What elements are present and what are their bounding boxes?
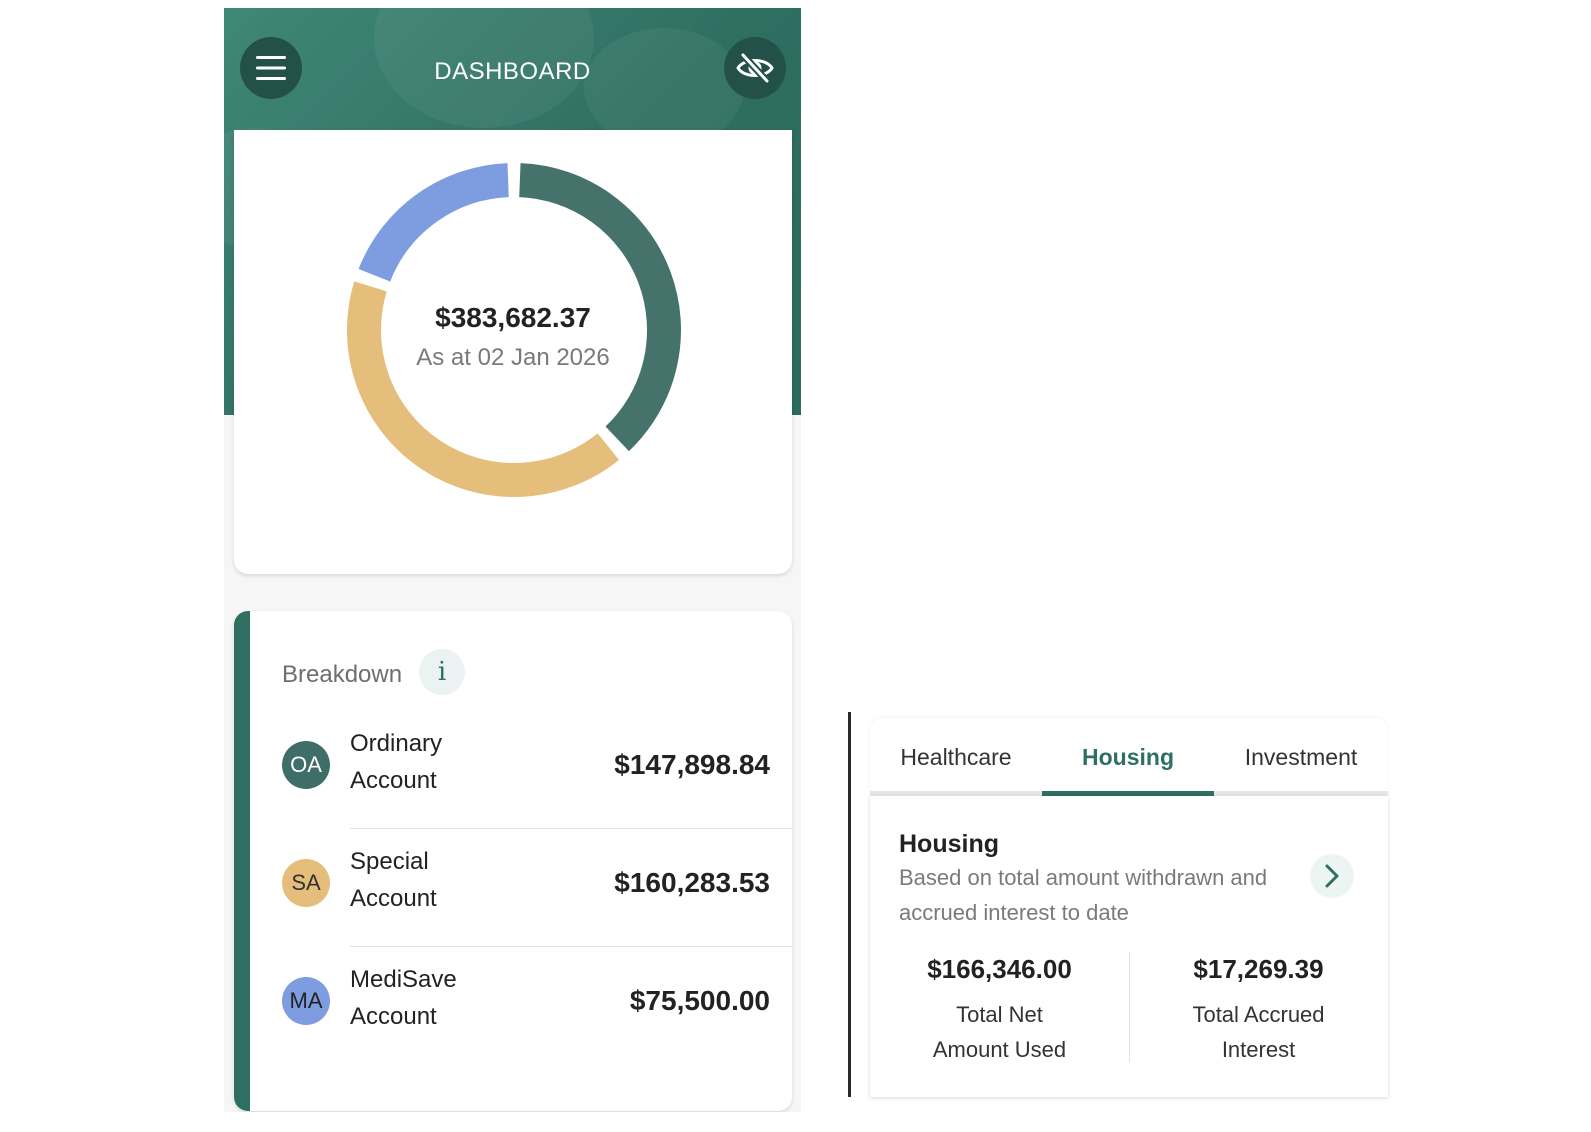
housing-details-button[interactable] [1310,854,1354,898]
account-row-medisave[interactable]: MA MediSave Account $75,500.00 [282,947,792,1065]
stat-value: $166,346.00 [927,954,1072,984]
account-name: Special Account [350,843,437,917]
balance-summary-card: $383,682.37 As at 02 Jan 2026 [234,130,792,574]
account-amount: $147,898.84 [614,749,770,780]
account-name-line: Special [350,848,429,875]
housing-description: Based on total amount withdrawn and accr… [899,865,1268,925]
stat-value: $17,269.39 [1193,954,1324,984]
total-balance: $383,682.37 [435,302,591,333]
tab-investment[interactable]: Investment [1214,718,1388,796]
account-name-line: Account [350,767,437,794]
housing-card[interactable]: Housing Based on total amount withdrawn … [870,796,1388,1097]
stat-total-accrued-interest: $17,269.39 Total Accrued Interest [1129,954,1388,1067]
info-icon[interactable]: i [419,649,465,695]
account-name-line: MediSave [350,966,457,993]
eye-off-icon [736,52,774,84]
tab-housing[interactable]: Housing [1042,718,1214,796]
account-name: Ordinary Account [350,725,442,799]
account-name-line: Account [350,885,437,912]
hide-balance-button[interactable] [724,37,786,99]
stat-total-net-amount-used: $166,346.00 Total Net Amount Used [870,954,1129,1067]
account-name: MediSave Account [350,961,457,1035]
chevron-right-icon [1325,864,1339,888]
account-name-line: Ordinary [350,730,443,757]
account-amount: $160,283.53 [614,867,770,898]
account-row-ordinary[interactable]: OA Ordinary Account $147,898.84 [282,711,792,829]
housing-panel: Healthcare Housing Investment Housing Ba… [848,712,1394,1097]
stat-label-line: Amount Used [932,1037,1067,1062]
account-name-line: Account [350,1003,437,1030]
phone-screen: DASHBOARD $383,682.37 As at 02 Jan 2026 … [224,8,801,1112]
stat-label-line: Interest [1221,1037,1296,1062]
page-title: DASHBOARD [434,58,591,85]
panel-divider-line [848,712,851,1097]
breakdown-title: Breakdown [282,661,403,688]
housing-title: Housing [899,830,999,858]
balance-date: As at 02 Jan 2026 [416,344,610,371]
tab-healthcare[interactable]: Healthcare [870,718,1042,796]
stat-label: Total Net Amount Used [870,997,1129,1067]
account-badge: OA [282,741,330,789]
account-badge: SA [282,859,330,907]
card-accent-bar [234,611,250,1111]
stat-label-line: Total Accrued [1192,1002,1325,1027]
account-badge: MA [282,977,330,1025]
account-row-special[interactable]: SA Special Account $160,283.53 [282,829,792,947]
stat-label: Total Accrued Interest [1129,997,1388,1067]
breakdown-card: Breakdown i OA Ordinary Account $147,898… [234,611,792,1111]
account-amount: $75,500.00 [629,985,770,1016]
scheme-tabs: Healthcare Housing Investment [870,718,1388,796]
stat-label-line: Total Net [956,1002,1043,1027]
donut-segment-medisave [358,163,510,282]
